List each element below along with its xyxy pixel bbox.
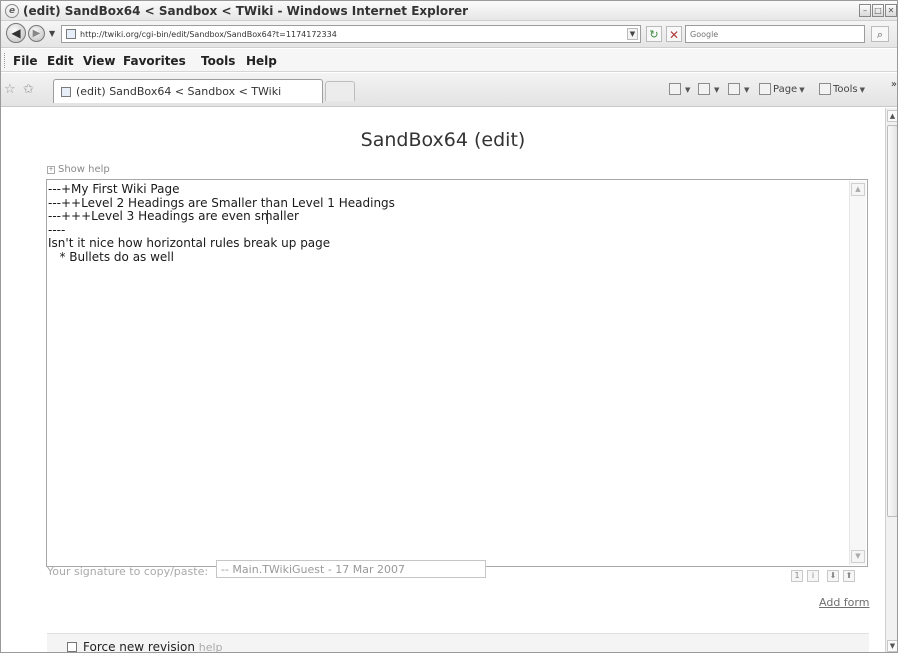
search-input[interactable]: [690, 27, 858, 41]
menu-grip: [4, 53, 7, 68]
editor-line: ---++Level 2 Headings are Smaller than L…: [48, 195, 395, 210]
force-revision-checkbox[interactable]: [67, 642, 77, 652]
window-controls: – □ ✕: [859, 4, 897, 17]
expand-icon: +: [47, 166, 55, 174]
chevron-down-icon: ▼: [799, 86, 805, 94]
textarea-larger-button[interactable]: i: [807, 570, 819, 582]
window-title: (edit) SandBox64 < Sandbox < TWiki - Win…: [23, 4, 469, 18]
add-form-link[interactable]: Add form: [819, 596, 869, 609]
chevron-down-icon: ▼: [744, 86, 750, 94]
menu-view[interactable]: View: [83, 54, 115, 68]
chevron-down-icon: ▼: [685, 86, 691, 94]
arrow-up-icon[interactable]: ⬆: [843, 570, 855, 582]
editor-text[interactable]: ---+My First Wiki Page ---++Level 2 Headi…: [48, 182, 395, 264]
forward-arrow-icon: ▶: [32, 28, 41, 39]
back-arrow-icon: ◀: [11, 26, 21, 40]
textarea-smaller-button[interactable]: 1: [791, 570, 803, 582]
page-title: SandBox64 (edit): [360, 129, 526, 151]
force-revision-text: Force new revision: [83, 640, 195, 653]
window-scrollbar[interactable]: ▲ ▼: [885, 108, 897, 652]
scroll-thumb[interactable]: [887, 125, 897, 517]
force-revision-label: Force new revision help: [83, 640, 223, 653]
editor-line: * Bullets do as well: [48, 249, 174, 264]
url-input[interactable]: [80, 27, 610, 41]
editor-line: Isn't it nice how horizontal rules break…: [48, 236, 331, 250]
new-tab-button[interactable]: [325, 81, 355, 101]
feeds-button[interactable]: ▼: [698, 83, 719, 95]
maximize-button[interactable]: □: [872, 4, 884, 17]
chevron-down-icon: ▼: [859, 86, 866, 94]
tools-menu-label: Tools: [833, 84, 858, 95]
menu-edit[interactable]: Edit: [47, 54, 74, 68]
force-revision-help-link[interactable]: help: [199, 641, 223, 652]
favorites-star-icon[interactable]: ☆: [4, 82, 16, 97]
browser-window: e (edit) SandBox64 < Sandbox < TWiki - W…: [0, 0, 898, 653]
chevron-down-icon: ▼: [714, 86, 720, 94]
page-menu-label: Page: [773, 84, 798, 95]
menu-tools[interactable]: Tools: [201, 54, 235, 68]
tab-bar: ☆ ✩ (edit) SandBox64 < Sandbox < TWiki ▼…: [1, 73, 897, 107]
tab-current[interactable]: (edit) SandBox64 < Sandbox < TWiki: [53, 79, 323, 103]
search-icon[interactable]: ⌕: [871, 26, 889, 42]
scroll-up-icon[interactable]: ▲: [887, 110, 897, 122]
more-commands-icon[interactable]: »: [891, 79, 897, 90]
editor-line: ---+My First Wiki Page: [48, 182, 180, 196]
scroll-up-icon[interactable]: ▲: [851, 183, 865, 196]
show-help-toggle[interactable]: + Show help: [47, 164, 110, 175]
show-help-label: Show help: [58, 164, 110, 175]
home-icon: [669, 83, 681, 95]
forward-button[interactable]: ▶: [28, 25, 45, 42]
print-button[interactable]: ▼: [728, 83, 749, 95]
signature-input[interactable]: [221, 562, 481, 576]
minimize-button[interactable]: –: [859, 4, 871, 17]
address-bar: ◀ ▶ ▼ ▼ ↻ ✕ ⌕: [1, 21, 897, 48]
feeds-icon: [698, 83, 710, 95]
scroll-down-icon[interactable]: ▼: [851, 550, 865, 563]
page-icon: [759, 83, 771, 95]
gear-icon: [819, 83, 831, 95]
refresh-icon[interactable]: ↻: [646, 26, 662, 42]
revision-bar: Force new revision help: [47, 633, 869, 653]
page-icon: [66, 29, 76, 39]
edit-textarea[interactable]: ---+My First Wiki Page ---++Level 2 Headi…: [46, 179, 868, 567]
back-button[interactable]: ◀: [6, 23, 26, 43]
search-box[interactable]: [685, 25, 865, 43]
menu-file[interactable]: File: [13, 54, 38, 68]
menu-bar: File Edit View Favorites Tools Help: [1, 49, 897, 72]
page-icon: [61, 87, 71, 97]
page-content: SandBox64 (edit) + Show help ---+My First…: [1, 108, 885, 653]
print-icon: [728, 83, 740, 95]
editor-line: ----: [48, 222, 66, 237]
tools-menu-button[interactable]: Tools ▼: [819, 83, 865, 95]
close-button[interactable]: ✕: [885, 4, 897, 17]
page-menu-button[interactable]: Page ▼: [759, 83, 805, 95]
history-dropdown[interactable]: ▼: [49, 29, 55, 38]
url-dropdown-icon[interactable]: ▼: [627, 28, 638, 40]
menu-help[interactable]: Help: [246, 54, 277, 68]
home-button[interactable]: ▼: [669, 83, 690, 95]
tab-label: (edit) SandBox64 < Sandbox < TWiki: [76, 85, 282, 98]
arrow-down-icon[interactable]: ⬇: [827, 570, 839, 582]
text-caret: [267, 210, 268, 224]
signature-label: Your signature to copy/paste:: [47, 565, 209, 578]
add-favorite-icon[interactable]: ✩: [23, 82, 34, 97]
stop-icon[interactable]: ✕: [666, 26, 682, 42]
signature-field[interactable]: [216, 560, 486, 578]
editor-scrollbar[interactable]: ▲ ▼: [849, 181, 866, 565]
menu-favorites[interactable]: Favorites: [123, 54, 186, 68]
scroll-down-icon[interactable]: ▼: [887, 640, 897, 652]
url-box[interactable]: ▼: [61, 25, 641, 43]
title-bar: e (edit) SandBox64 < Sandbox < TWiki - W…: [1, 1, 897, 21]
editor-line: ---+++Level 3 Headings are even smaller: [48, 209, 299, 223]
ie-icon: e: [5, 4, 19, 18]
